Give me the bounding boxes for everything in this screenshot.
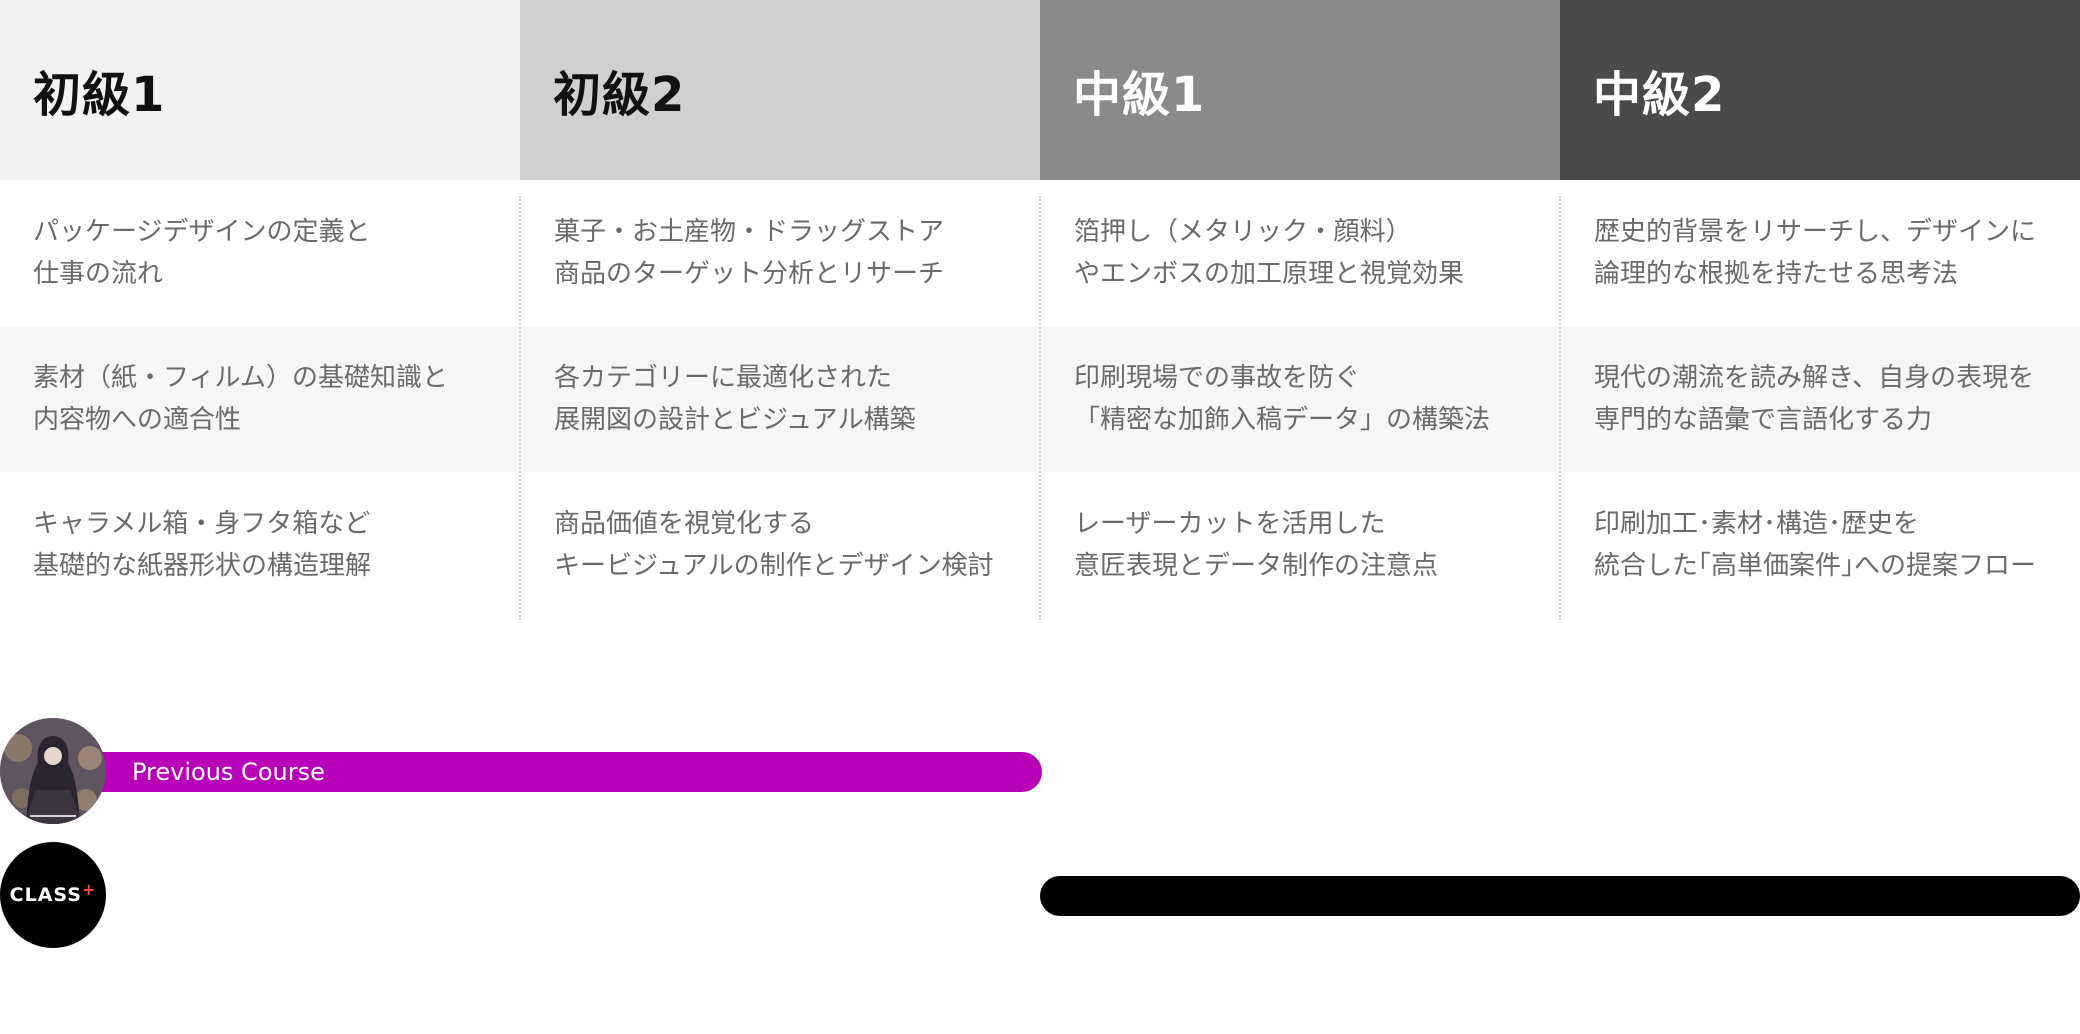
avatar-image	[0, 718, 106, 824]
avatar	[0, 718, 106, 824]
column-divider	[1559, 196, 1561, 620]
column-intermediate-1: 中級1 箔押し（メタリック・顔料） やエンボスの加工原理と視覚効果 印刷現場での…	[1040, 0, 1560, 620]
curriculum-item: 菓子・お土産物・ドラッグストア 商品のターゲット分析とリサーチ	[520, 180, 1040, 326]
column-title: 中級2	[1560, 0, 2080, 180]
curriculum-item: パッケージデザインの定義と 仕事の流れ	[0, 180, 520, 326]
curriculum-item: 現代の潮流を読み解き、自身の表現を 専門的な語彙で言語化する力	[1560, 326, 2080, 472]
column-divider	[1039, 196, 1041, 620]
column-divider	[519, 196, 521, 620]
logo-plus-mark: +	[81, 879, 97, 899]
column-title: 初級1	[0, 0, 520, 180]
curriculum-item: 歴史的背景をリサーチし、デザインに 論理的な根拠を持たせる思考法	[1560, 180, 2080, 326]
logo-text: CLASS	[9, 884, 82, 906]
column-title: 初級2	[520, 0, 1040, 180]
curriculum-item: 商品価値を視覚化する キービジュアルの制作とデザイン検討	[520, 472, 1040, 618]
column-intermediate-2: 中級2 歴史的背景をリサーチし、デザインに 論理的な根拠を持たせる思考法 現代の…	[1560, 0, 2080, 620]
curriculum-item: レーザーカットを活用した 意匠表現とデータ制作の注意点	[1040, 472, 1560, 618]
class-logo: CLASS +	[0, 842, 106, 948]
column-beginner-2: 初級2 菓子・お土産物・ドラッグストア 商品のターゲット分析とリサーチ 各カテゴ…	[520, 0, 1040, 620]
curriculum-item: 箔押し（メタリック・顔料） やエンボスの加工原理と視覚効果	[1040, 180, 1560, 326]
column-beginner-1: 初級1 パッケージデザインの定義と 仕事の流れ 素材（紙・フィルム）の基礎知識と…	[0, 0, 520, 620]
curriculum-item: 素材（紙・フィルム）の基礎知識と 内容物への適合性	[0, 326, 520, 472]
previous-course-label: Previous Course	[132, 758, 325, 786]
previous-course-bar: Previous Course	[68, 752, 1042, 792]
curriculum-item: 各カテゴリーに最適化された 展開図の設計とビジュアル構築	[520, 326, 1040, 472]
curriculum-item: 印刷現場での事故を防ぐ 「精密な加飾入稿データ」の構築法	[1040, 326, 1560, 472]
curriculum-item: 印刷加工･素材･構造･歴史を 統合した｢高単価案件｣への提案フロー	[1560, 472, 2080, 618]
class-course-bar	[1040, 876, 2080, 916]
column-title: 中級1	[1040, 0, 1560, 180]
curriculum-item: キャラメル箱・身フタ箱など 基礎的な紙器形状の構造理解	[0, 472, 520, 618]
